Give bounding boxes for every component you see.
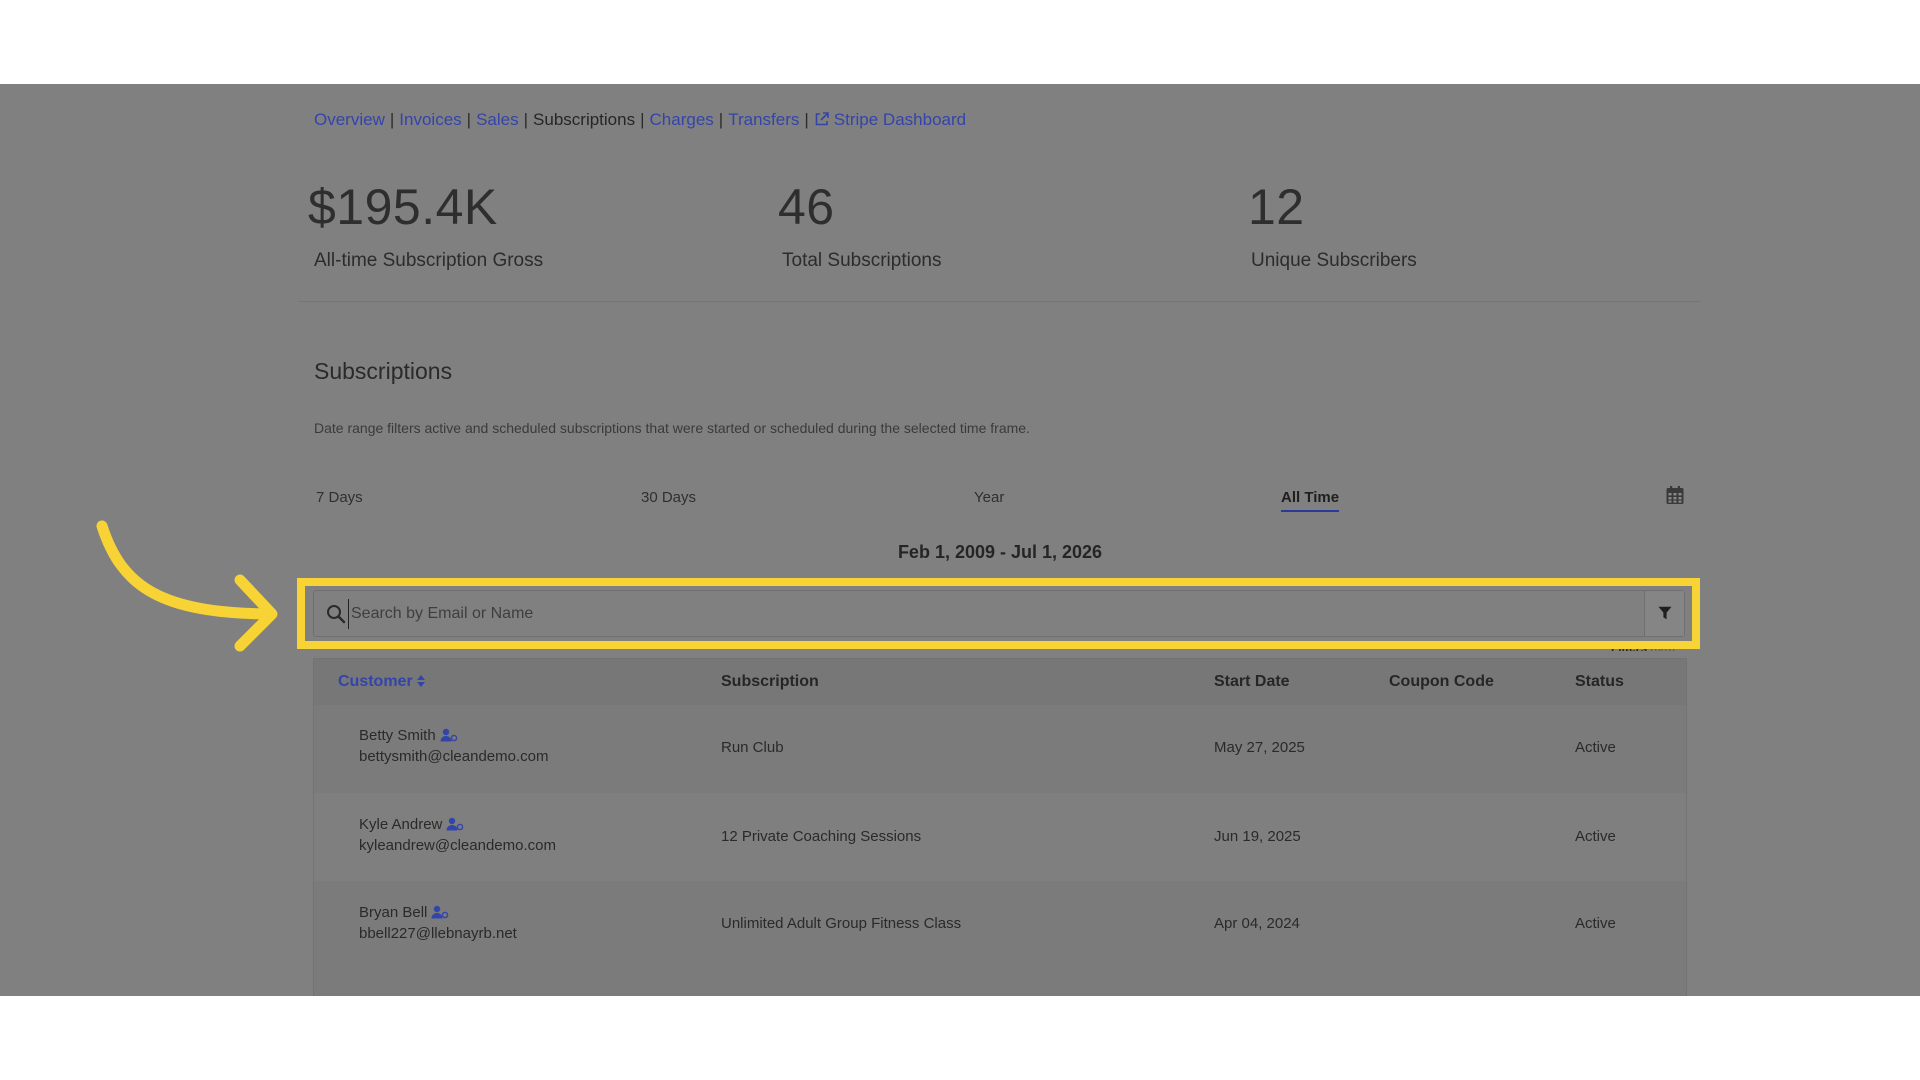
user-icon [431, 905, 449, 919]
range-7-days[interactable]: 7 Days [316, 489, 363, 506]
divider [298, 301, 1700, 302]
search-input[interactable] [348, 599, 1598, 629]
nav-sales[interactable]: Sales [476, 110, 519, 129]
status: Active [1575, 915, 1616, 932]
column-status: Status [1575, 673, 1624, 691]
stat-total-subscriptions: 46 Total Subscriptions [778, 182, 941, 272]
stat-total-label: Total Subscriptions [782, 250, 941, 272]
column-customer[interactable]: Customer [338, 673, 426, 691]
table-row[interactable]: Betty Smith bettysmith@cleandemo.com Run… [314, 705, 1686, 793]
sort-icon [416, 674, 426, 688]
customer-email: kyleandrew@cleandemo.com [359, 837, 556, 854]
status: Active [1575, 828, 1616, 845]
nav-subscriptions: Subscriptions [533, 110, 635, 129]
section-description: Date range filters active and scheduled … [314, 420, 1030, 436]
customer-name: Bryan Bell [359, 904, 427, 921]
arrow-pointer-icon [92, 518, 282, 656]
nav-stripe-dashboard[interactable]: Stripe Dashboard [814, 110, 966, 129]
subscription-name: Run Club [721, 739, 784, 756]
range-30-days[interactable]: 30 Days [641, 489, 696, 506]
range-all-time[interactable]: All Time [1281, 489, 1339, 506]
search-bar [313, 590, 1685, 637]
filter-button[interactable] [1644, 591, 1684, 636]
subscription-name: 12 Private Coaching Sessions [721, 828, 921, 845]
stat-unique-label: Unique Subscribers [1251, 250, 1417, 272]
column-subscription: Subscription [721, 673, 819, 691]
nav-invoices[interactable]: Invoices [399, 110, 461, 129]
top-nav: Overview|Invoices|Sales|Subscriptions|Ch… [314, 110, 966, 130]
subscriptions-page: Overview|Invoices|Sales|Subscriptions|Ch… [0, 84, 1920, 996]
user-icon [440, 728, 458, 742]
start-date: May 27, 2025 [1214, 739, 1305, 756]
nav-charges[interactable]: Charges [650, 110, 714, 129]
status: Active [1575, 739, 1616, 756]
customer-name: Betty Smith [359, 727, 436, 744]
dimmed-overlay: Overview|Invoices|Sales|Subscriptions|Ch… [0, 84, 1920, 996]
range-year[interactable]: Year [974, 489, 1004, 506]
column-customer-label: Customer [338, 673, 413, 690]
subscription-name: Unlimited Adult Group Fitness Class [721, 915, 961, 932]
search-icon [326, 604, 346, 624]
table-row[interactable]: Bryan Bell bbell227@llebnayrb.net Unlimi… [314, 881, 1686, 969]
start-date: Apr 04, 2024 [1214, 915, 1300, 932]
stat-gross-value: $195.4K [308, 182, 543, 232]
nav-stripe-dashboard-label: Stripe Dashboard [834, 110, 966, 129]
filter-icon [1658, 606, 1672, 620]
customer-email: bbell227@llebnayrb.net [359, 925, 517, 942]
stat-unique-value: 12 [1248, 182, 1417, 232]
customer-name: Kyle Andrew [359, 816, 442, 833]
column-start-date: Start Date [1214, 673, 1290, 691]
table-row[interactable]: Kyle Andrew kyleandrew@cleandemo.com 12 … [314, 793, 1686, 881]
subscriptions-table: Customer Subscription Start Date Coupon … [313, 658, 1687, 996]
stat-gross: $195.4K All-time Subscription Gross [308, 182, 543, 272]
user-icon [446, 817, 464, 831]
column-coupon-code: Coupon Code [1389, 673, 1494, 691]
calendar-icon[interactable] [1665, 485, 1685, 505]
stat-gross-label: All-time Subscription Gross [314, 250, 543, 272]
external-link-icon [814, 111, 830, 127]
stat-unique-subscribers: 12 Unique Subscribers [1248, 182, 1417, 272]
selected-date-range: Feb 1, 2009 - Jul 1, 2026 [0, 542, 1920, 563]
nav-transfers[interactable]: Transfers [728, 110, 799, 129]
table-header: Customer Subscription Start Date Coupon … [314, 659, 1686, 705]
customer-email: bettysmith@cleandemo.com [359, 748, 548, 765]
nav-overview[interactable]: Overview [314, 110, 385, 129]
section-title: Subscriptions [314, 358, 452, 385]
start-date: Jun 19, 2025 [1214, 828, 1301, 845]
stat-total-value: 46 [778, 182, 941, 232]
